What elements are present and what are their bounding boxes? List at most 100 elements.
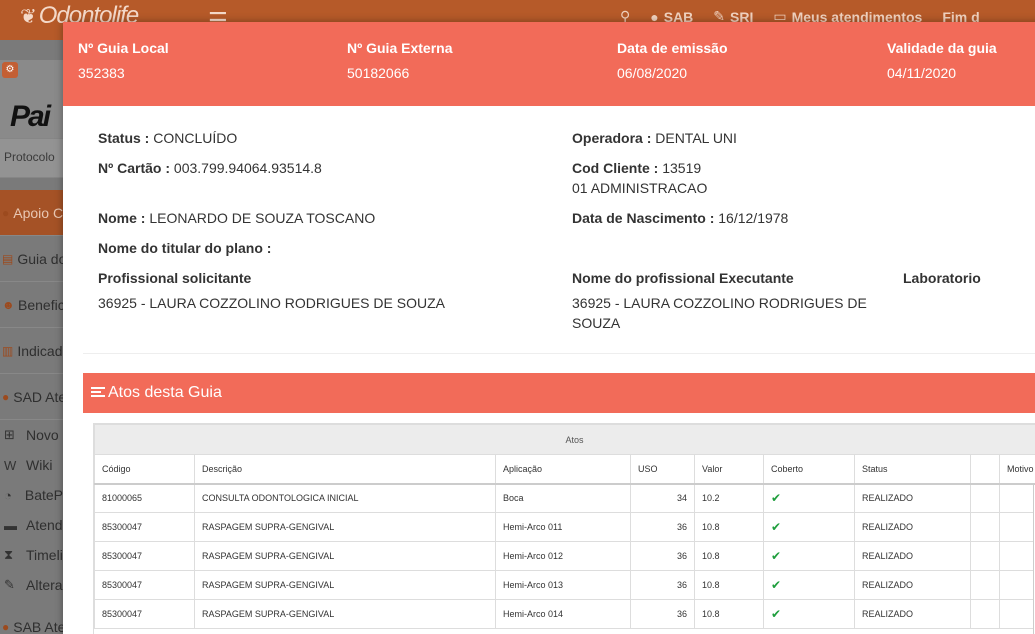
users-icon: ☻ <box>2 297 15 312</box>
col-coberto[interactable]: Coberto <box>763 454 855 485</box>
table-row: 85300047 RASPAGEM SUPRA-GENGIVAL Hemi-Ar… <box>94 541 1035 571</box>
sidebar-sub-atendimentos[interactable]: ▬ Atend <box>0 510 63 540</box>
cell-descricao: RASPAGEM SUPRA-GENGIVAL <box>194 570 496 600</box>
solicitante-value: 36925 - LAURA COZZOLINO RODRIGUES DE SOU… <box>98 295 445 311</box>
app-sidebar: ⚙ Pai Protocolo ● Apoio C ▤ Guia do ☻ Benef… <box>0 40 63 634</box>
check-icon: ✔ <box>763 570 855 600</box>
monitor-icon: ▬ <box>4 517 17 533</box>
cell-codigo: 85300047 <box>94 599 195 629</box>
cell-descricao: RASPAGEM SUPRA-GENGIVAL <box>194 512 496 542</box>
sidebar-item-sad[interactable]: ● SAD Ate <box>0 374 63 420</box>
cell-motivo <box>998 541 1035 571</box>
check-icon: ✔ <box>763 512 855 542</box>
sidebar-item-beneficiarios[interactable]: ☻ Benefic <box>0 282 63 328</box>
cell-motivo <box>998 570 1035 600</box>
cell-status: REALIZADO <box>854 483 971 513</box>
cell-descricao: RASPAGEM SUPRA-GENGIVAL <box>194 541 496 571</box>
chart-icon: ▥ <box>2 343 14 358</box>
sidebar-item-guia[interactable]: ▤ Guia do <box>0 236 63 282</box>
sidebar-item-apoio[interactable]: ● Apoio C <box>0 190 63 236</box>
cell-uso: 36 <box>630 599 695 629</box>
doc-icon: ▤ <box>2 251 14 266</box>
circle-icon: ● <box>2 389 10 404</box>
sidebar-item-sab[interactable]: ● SAB Ate <box>0 604 63 634</box>
cell-aplicacao: Hemi-Arco 011 <box>495 512 631 542</box>
sidebar-menu: ●Apoio C ▤Guia do ☻Benefic ▥Indicado ●SA… <box>0 190 63 634</box>
cell-uso: 36 <box>630 570 695 600</box>
col-status[interactable]: Status <box>854 454 971 485</box>
cell-status: REALIZADO <box>854 599 971 629</box>
col-aplicacao[interactable]: Aplicação <box>495 454 631 485</box>
cell-status: REALIZADO <box>854 541 971 571</box>
cell-descricao: CONSULTA ODONTOLOGICA INICIAL <box>194 483 496 513</box>
wiki-icon: W <box>4 457 17 473</box>
executante-value: 36925 - LAURA COZZOLINO RODRIGUES DE SOU… <box>572 295 867 331</box>
titular-field: Nome do titular do plano : <box>98 240 272 256</box>
col-motivo[interactable]: Motivo <box>998 454 1035 485</box>
col-valor[interactable]: Valor <box>694 454 764 485</box>
guia-details-modal: Nº Guia Local 352383 Nº Guia Externa 501… <box>63 22 1035 634</box>
cell-codigo: 81000065 <box>94 483 195 513</box>
cell-blank <box>970 570 1000 600</box>
status-field: Status : CONCLUÍDO <box>98 130 238 146</box>
cell-codigo: 85300047 <box>94 512 195 542</box>
brand-logo: Pai <box>10 100 51 133</box>
cell-status: REALIZADO <box>854 512 971 542</box>
cod-cliente-field: Cod Cliente : 13519 01 ADMINISTRACAO <box>572 160 708 196</box>
cell-valor: 10.2 <box>694 483 764 513</box>
col-blank <box>970 454 1000 485</box>
status-value: CONCLUÍDO <box>153 130 238 146</box>
cell-valor: 10.8 <box>694 599 764 629</box>
cell-motivo <box>998 599 1035 629</box>
cell-uso: 36 <box>630 541 695 571</box>
sidebar-sub-novo[interactable]: ⊞ Novo <box>0 420 63 450</box>
nome-field: Nome : LEONARDO DE SOUZA TOSCANO <box>98 210 376 226</box>
cell-descricao: RASPAGEM SUPRA-GENGIVAL <box>194 599 496 629</box>
table-row: 85300047 RASPAGEM SUPRA-GENGIVAL Hemi-Ar… <box>94 570 1035 600</box>
cartao-field: Nº Cartão : 003.799.94064.93514.8 <box>98 160 322 176</box>
atos-table: Atos Código Descrição Aplicação USO Valo… <box>93 424 1035 629</box>
chat-icon: ◔ <box>4 487 12 503</box>
cell-status: REALIZADO <box>854 570 971 600</box>
cell-blank <box>970 483 1000 513</box>
executante-label: Nome do profissional Executante <box>572 270 794 286</box>
cell-blank <box>970 599 1000 629</box>
col-descricao[interactable]: Descrição <box>194 454 496 485</box>
atos-group-header: Atos <box>93 424 1035 455</box>
protocolo-input[interactable]: Protocolo <box>0 138 63 178</box>
laboratorio-label: Laboratorio <box>903 270 981 286</box>
cell-valor: 10.8 <box>694 541 764 571</box>
brand-mini-icon: ⚙ <box>2 62 18 78</box>
solicitante-label: Profissional solicitante <box>98 270 252 286</box>
cell-valor: 10.8 <box>694 512 764 542</box>
circle-icon: ● <box>2 619 10 634</box>
table-row: 85300047 RASPAGEM SUPRA-GENGIVAL Hemi-Ar… <box>94 512 1035 542</box>
pencil-icon: ✎ <box>4 577 15 592</box>
sidebar-sub-wiki[interactable]: W Wiki <box>0 450 63 480</box>
cell-codigo: 85300047 <box>94 541 195 571</box>
col-codigo[interactable]: Código <box>94 454 195 485</box>
sidebar-item-indicadores[interactable]: ▥Indicado <box>0 328 63 374</box>
cell-aplicacao: Hemi-Arco 014 <box>495 599 631 629</box>
hourglass-icon: ⧗ <box>4 547 14 562</box>
atos-section-header: Atos desta Guia <box>83 373 1035 413</box>
col-uso[interactable]: USO <box>630 454 695 485</box>
cell-motivo <box>998 512 1035 542</box>
atos-title: Atos desta Guia <box>108 384 222 401</box>
check-icon: ✔ <box>763 483 855 513</box>
atos-table-container: Atos Código Descrição Aplicação USO Valo… <box>93 423 1035 634</box>
list-icon <box>91 387 105 399</box>
atos-column-headers: Código Descrição Aplicação USO Valor Cob… <box>94 454 1035 485</box>
cell-motivo <box>998 483 1035 513</box>
check-icon: ✔ <box>763 599 855 629</box>
sidebar-sub-batepapo[interactable]: ◔ BateP <box>0 480 63 510</box>
sidebar-sub-timeline[interactable]: ⧗ Timeli <box>0 540 63 570</box>
cell-aplicacao: Boca <box>495 483 631 513</box>
table-row: 85300047 RASPAGEM SUPRA-GENGIVAL Hemi-Ar… <box>94 599 1035 629</box>
cell-valor: 10.8 <box>694 570 764 600</box>
cell-codigo: 85300047 <box>94 570 195 600</box>
sidebar-sub-alterar[interactable]: ✎ Altera <box>0 570 63 600</box>
cell-uso: 34 <box>630 483 695 513</box>
section-divider <box>83 353 1035 354</box>
check-icon: ✔ <box>763 541 855 571</box>
